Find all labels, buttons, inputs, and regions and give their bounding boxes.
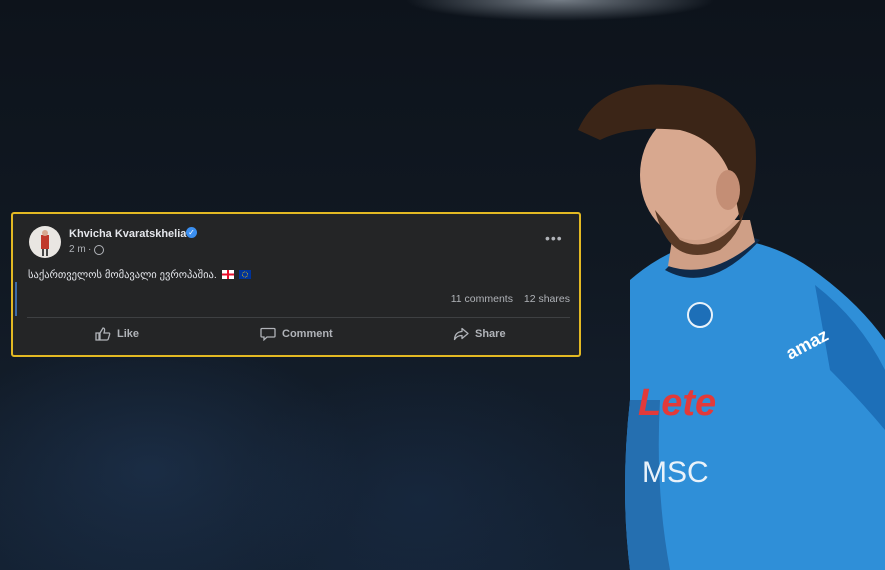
globe-icon — [94, 245, 104, 255]
engagement-counts: 11 comments 12 shares — [443, 293, 570, 305]
author-name[interactable]: Khvicha Kvaratskhelia — [69, 228, 186, 240]
shares-count[interactable]: 12 shares — [524, 293, 570, 305]
facebook-post-card: Khvicha Kvaratskhelia ✓ 2 m · ••• საქართ… — [11, 212, 581, 357]
share-button[interactable]: Share — [453, 322, 506, 346]
share-arrow-icon — [453, 327, 469, 341]
comment-label: Comment — [282, 328, 333, 340]
comments-count[interactable]: 11 comments — [451, 293, 513, 305]
player-photo: Lete MSC amaz — [578, 84, 885, 570]
shirt-msc-text: MSC — [642, 456, 709, 489]
georgia-flag-icon — [221, 270, 234, 279]
meta-separator: · — [88, 244, 92, 255]
post-text-content: საქართველოს მომავალი ევროპაშია. — [28, 269, 217, 281]
verified-badge-icon: ✓ — [186, 227, 197, 238]
comment-button[interactable]: Comment — [260, 322, 333, 346]
post-text: საქართველოს მომავალი ევროპაშია. — [28, 269, 251, 281]
eu-flag-icon — [238, 270, 251, 279]
comment-bubble-icon — [260, 327, 276, 341]
more-options-icon[interactable]: ••• — [545, 231, 563, 245]
avatar[interactable] — [29, 226, 61, 258]
like-label: Like — [117, 328, 140, 340]
divider — [27, 317, 570, 318]
shirt-sponsor-text: Lete — [638, 382, 716, 424]
share-label: Share — [475, 328, 506, 340]
accent-stripe — [15, 282, 17, 316]
post-timestamp[interactable]: 2 m — [69, 244, 86, 255]
like-button[interactable]: Like — [95, 322, 139, 346]
thumbs-up-icon — [95, 327, 111, 341]
